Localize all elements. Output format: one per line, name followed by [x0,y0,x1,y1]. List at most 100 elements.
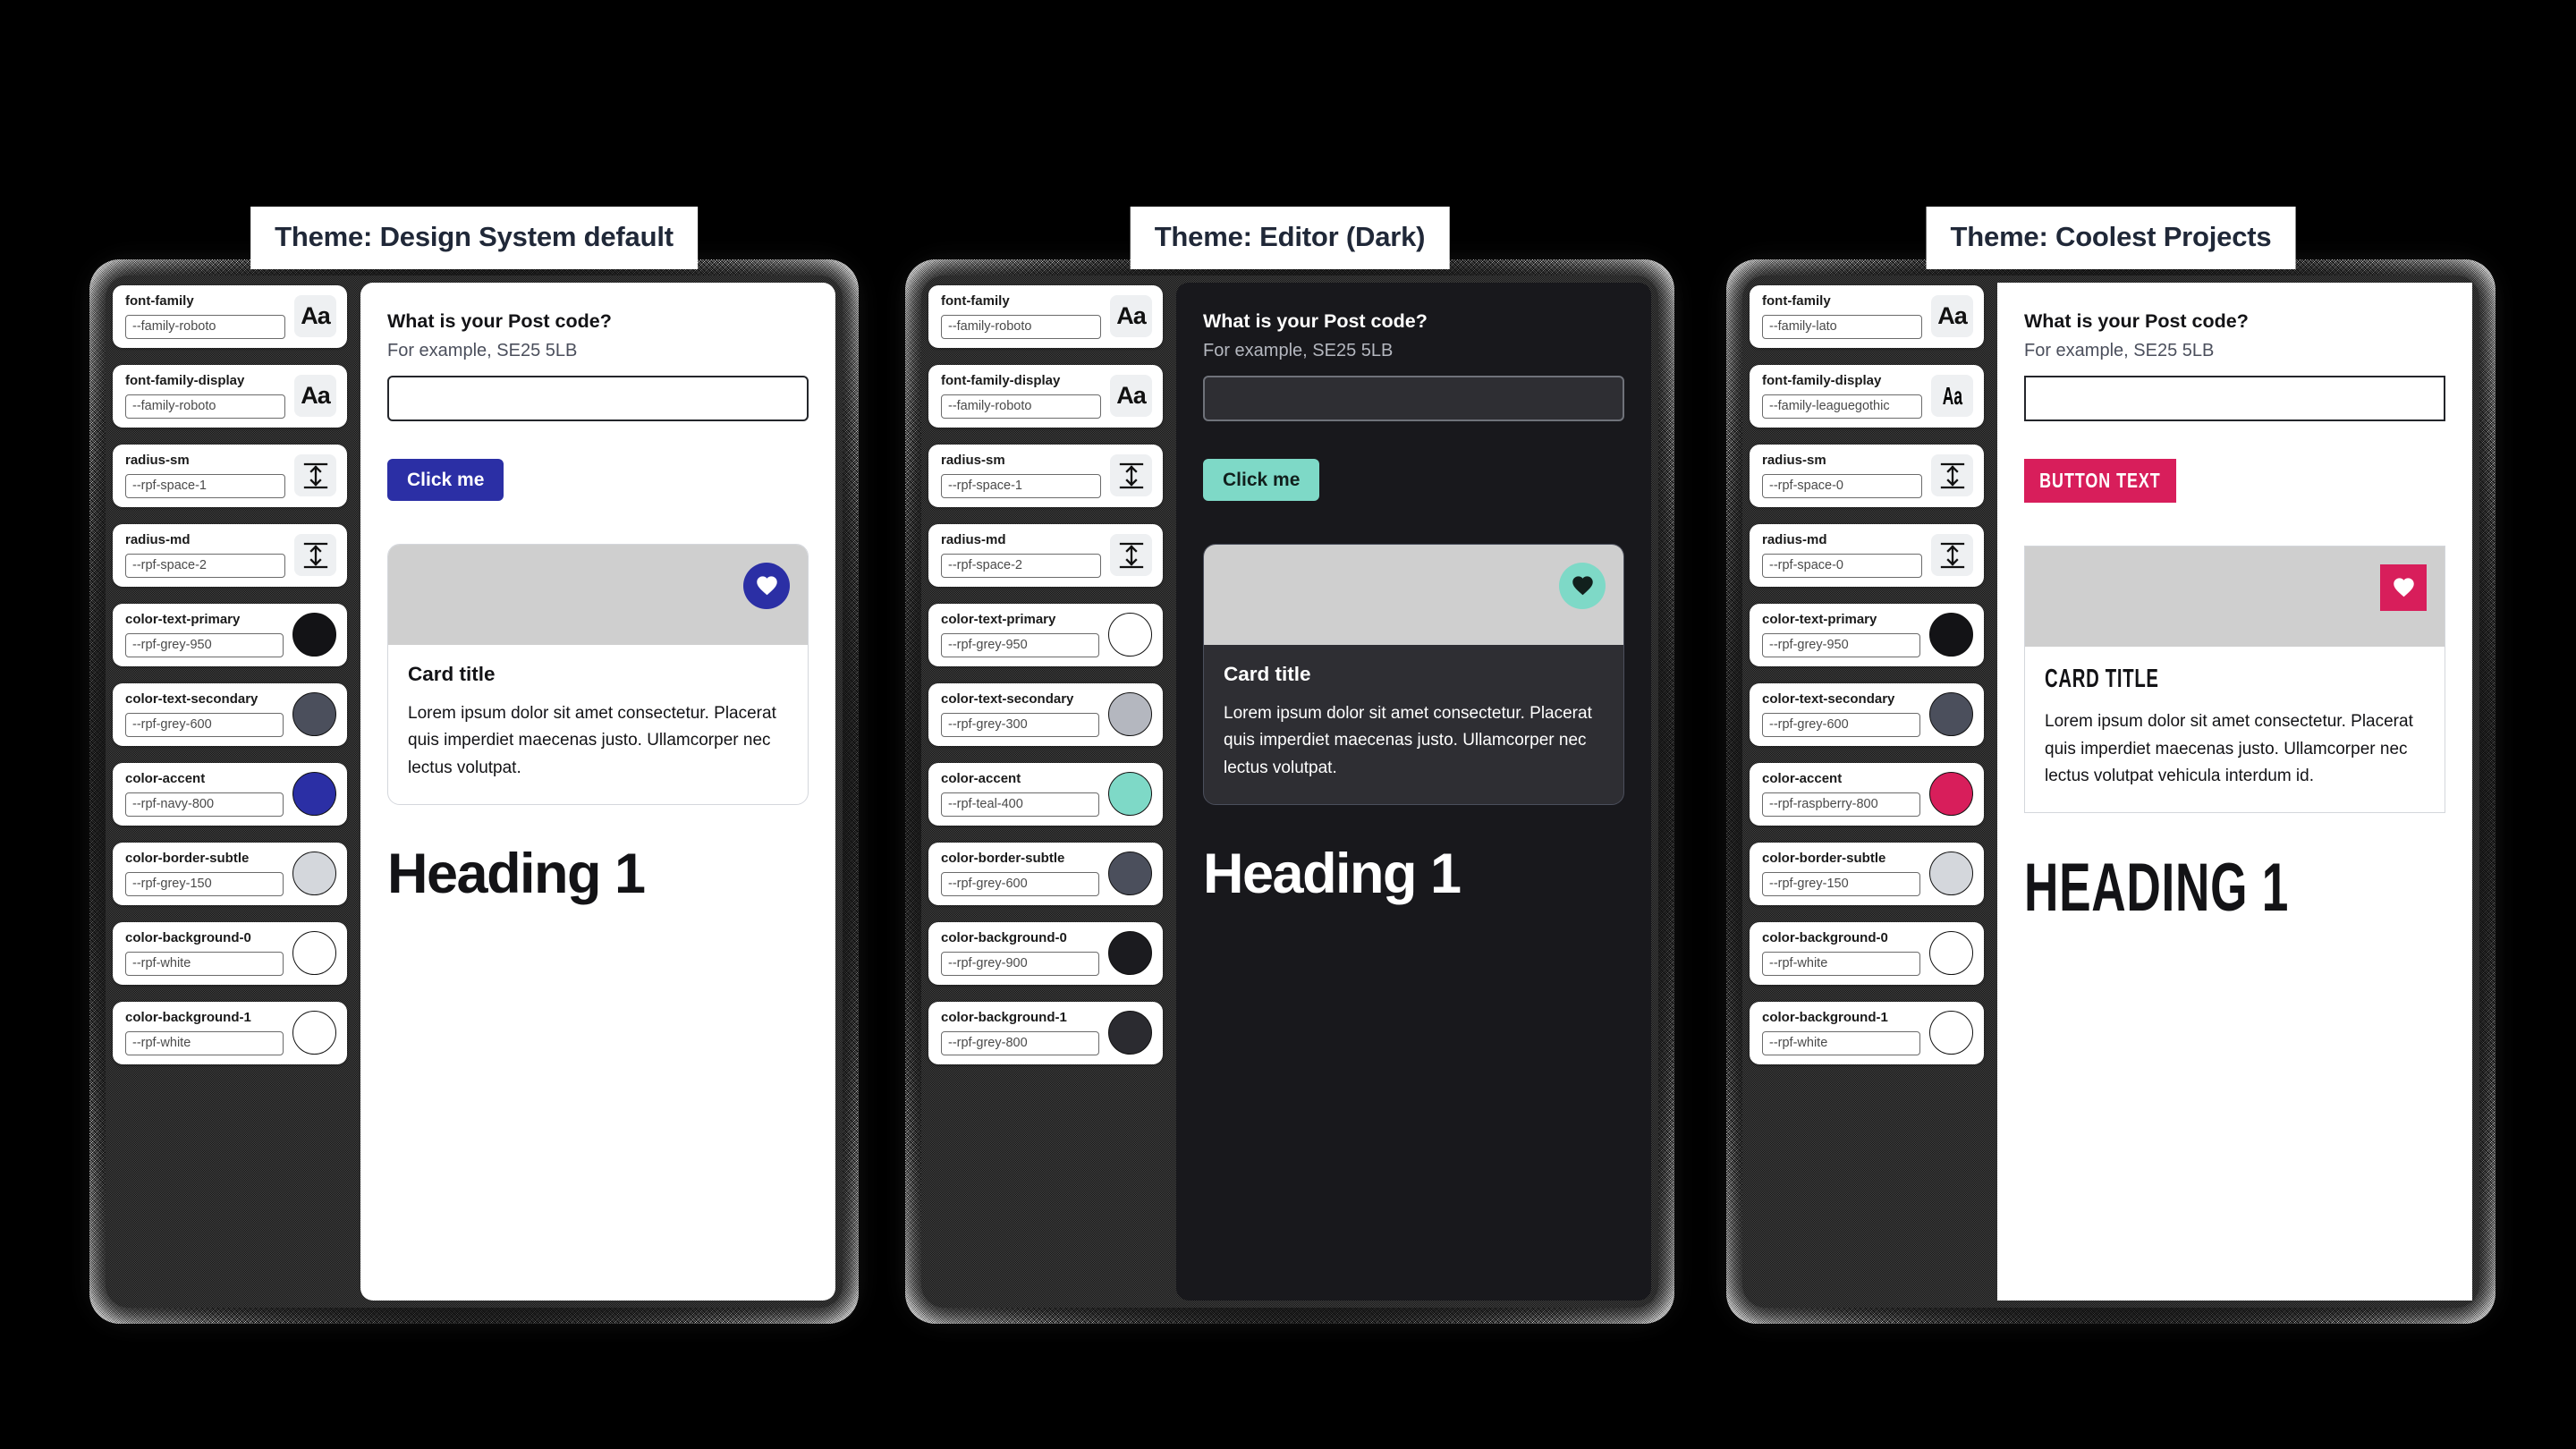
token-value-input[interactable]: --rpf-grey-600 [125,712,284,737]
preview-card: Card title Lorem ipsum dolor sit amet con… [387,543,809,805]
token-label: color-accent [125,770,206,786]
token-label: color-background-1 [941,1009,1067,1025]
theme-preview-1: What is your Post code? For example, SE25… [1176,283,1651,1301]
token-label: font-family-display [1762,372,1882,388]
theme-panel-design-system-default: Theme: Design System default font-family… [89,208,859,1324]
primary-button[interactable]: Button text [2024,458,2176,503]
token-value-input[interactable]: --rpf-grey-950 [125,632,284,657]
color-swatch-icon [1108,772,1152,816]
token-value-input[interactable]: --rpf-grey-150 [1762,871,1920,896]
primary-button[interactable]: Click me [387,458,504,501]
token-value-input[interactable]: --rpf-grey-950 [1762,632,1920,657]
token-value-input[interactable]: --rpf-space-0 [1762,473,1922,498]
card-title: Card title [1224,662,1311,685]
token-value-input[interactable]: --rpf-teal-400 [941,792,1099,817]
form-question-label: What is your Post code? [2024,310,2249,332]
token-card-color-background-0: color-background-0 --rpf-white [113,922,347,985]
primary-button[interactable]: Click me [1203,458,1320,501]
theme-title-2: Theme: Coolest Projects [1927,208,2295,268]
token-card-color-text-primary: color-text-primary --rpf-grey-950 [928,604,1163,666]
form-hint-text: For example, SE25 5LB [1203,340,1394,360]
token-card-radius-sm: radius-sm --rpf-space-1 [113,445,347,507]
token-value-input[interactable]: --rpf-space-2 [125,553,285,578]
token-label: font-family-display [125,372,245,388]
token-value-input[interactable]: --rpf-white [125,951,284,976]
token-label: color-background-1 [125,1009,251,1025]
font-aa-icon: Aa [294,295,336,337]
spacing-arrow-icon [1931,534,1973,576]
token-value-input[interactable]: --rpf-grey-950 [941,632,1099,657]
token-value-input[interactable]: --rpf-white [125,1030,284,1055]
token-value-input[interactable]: --rpf-grey-600 [1762,712,1920,737]
token-card-font-family: font-family --family-roboto Aa [113,285,347,348]
token-card-color-background-1: color-background-1 --rpf-white [1750,1002,1984,1064]
color-swatch-icon [1929,692,1973,736]
theme-preview-2: What is your Post code? For example, SE25… [1997,283,2472,1301]
heart-icon[interactable] [2380,564,2427,611]
token-value-input[interactable]: --rpf-white [1762,1030,1920,1055]
preview-card: Card title Lorem ipsum dolor sit amet con… [1203,543,1624,805]
font-aa-icon: Aa [1110,375,1152,417]
token-label: radius-sm [1762,452,1826,468]
token-card-color-background-0: color-background-0 --rpf-white [1750,922,1984,985]
color-swatch-icon [1929,852,1973,895]
token-value-input[interactable]: --rpf-space-1 [941,473,1101,498]
form-hint-text: For example, SE25 5LB [2024,340,2215,360]
token-value-input[interactable]: --rpf-grey-300 [941,712,1099,737]
heart-icon[interactable] [1559,562,1606,609]
token-value-input[interactable]: --family-roboto [941,394,1101,419]
spacing-arrow-icon [1931,454,1973,496]
token-value-input[interactable]: --rpf-raspberry-800 [1762,792,1920,817]
postcode-input[interactable] [387,375,809,421]
token-value-input[interactable]: --rpf-space-0 [1762,553,1922,578]
token-label: color-accent [941,770,1021,786]
token-label: color-border-subtle [125,850,250,866]
color-swatch-icon [292,852,336,895]
token-label: radius-md [941,531,1006,547]
form-question-label: What is your Post code? [1203,310,1428,332]
token-card-radius-md: radius-md --rpf-space-2 [928,524,1163,587]
token-label: font-family [1762,292,1831,309]
token-value-input[interactable]: --rpf-navy-800 [125,792,284,817]
token-value-input[interactable]: --rpf-grey-600 [941,871,1099,896]
token-card-color-text-secondary: color-text-secondary --rpf-grey-300 [928,683,1163,746]
form-question-label: What is your Post code? [387,310,612,332]
token-value-input[interactable]: --rpf-white [1762,951,1920,976]
token-label: color-text-primary [1762,611,1877,627]
token-value-input[interactable]: --family-roboto [941,314,1101,339]
token-list-0: font-family --family-roboto Aa font-family-… [113,283,347,1301]
token-card-color-background-1: color-background-1 --rpf-grey-800 [928,1002,1163,1064]
token-value-input[interactable]: --family-roboto [125,394,285,419]
color-swatch-icon [1108,852,1152,895]
token-card-color-border-subtle: color-border-subtle --rpf-grey-600 [928,843,1163,905]
token-value-input[interactable]: --rpf-grey-150 [125,871,284,896]
color-swatch-icon [1108,1011,1152,1055]
token-value-input[interactable]: --rpf-space-2 [941,553,1101,578]
token-value-input[interactable]: --rpf-grey-900 [941,951,1099,976]
color-swatch-icon [1929,772,1973,816]
token-card-font-family: font-family --family-lato Aa [1750,285,1984,348]
preview-heading: Heading 1 [387,842,646,905]
token-label: color-accent [1762,770,1843,786]
token-value-input[interactable]: --family-lato [1762,314,1922,339]
token-value-input[interactable]: --rpf-grey-800 [941,1030,1099,1055]
preview-heading: Heading 1 [2024,850,2289,927]
token-list-2: font-family --family-lato Aa font-family-di… [1750,283,1984,1301]
font-aa-icon: Aa [294,375,336,417]
token-label: radius-sm [941,452,1005,468]
theme-panel-coolest-projects: Theme: Coolest Projects font-family --fam… [1726,208,2496,1324]
postcode-input[interactable] [1203,375,1624,421]
heart-icon[interactable] [743,562,790,609]
token-label: color-background-0 [1762,929,1888,945]
postcode-input[interactable] [2024,375,2445,421]
color-swatch-icon [1108,931,1152,975]
token-list-1: font-family --family-roboto Aa font-family-… [928,283,1163,1301]
color-swatch-icon [292,692,336,736]
token-card-radius-sm: radius-sm --rpf-space-0 [1750,445,1984,507]
token-value-input[interactable]: --family-leaguegothic [1762,394,1922,419]
token-label: color-background-1 [1762,1009,1888,1025]
theme-title-1: Theme: Editor (Dark) [1131,208,1449,268]
token-value-input[interactable]: --rpf-space-1 [125,473,285,498]
token-value-input[interactable]: --family-roboto [125,314,285,339]
token-card-radius-sm: radius-sm --rpf-space-1 [928,445,1163,507]
